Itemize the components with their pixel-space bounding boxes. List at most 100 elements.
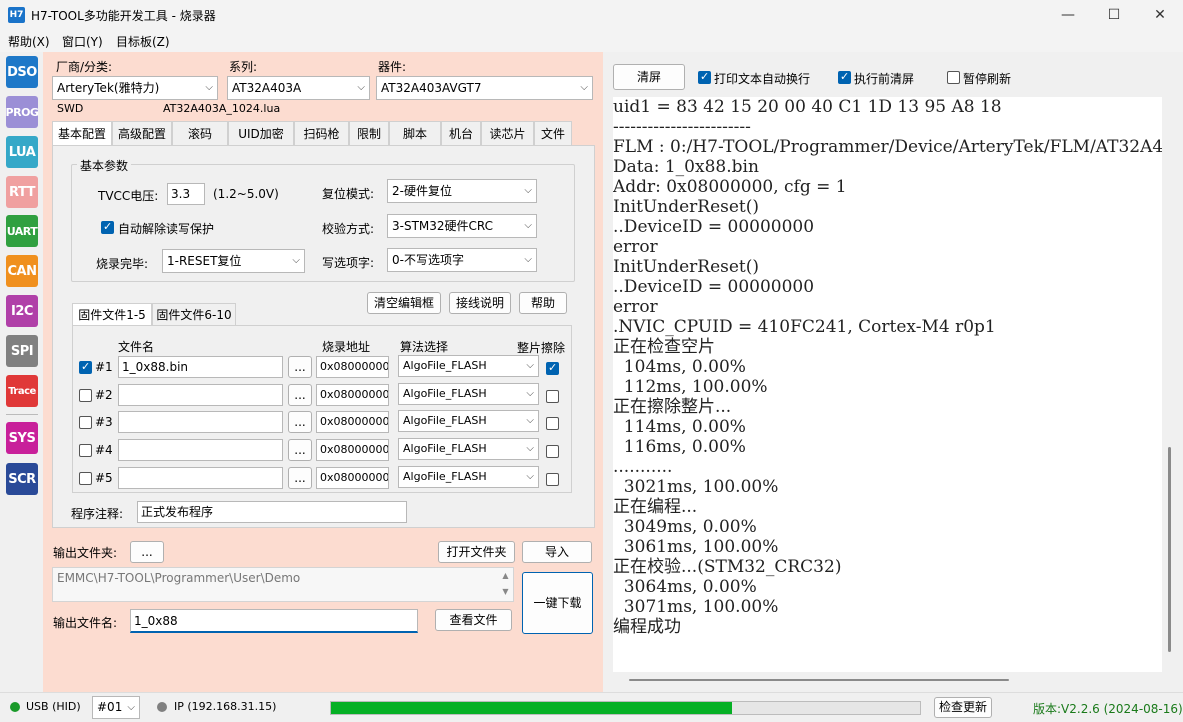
note-input[interactable]: 正式发布程序: [137, 501, 407, 523]
file-address-input[interactable]: 0x08000000: [316, 439, 389, 461]
tab-files-1-5[interactable]: 固件文件1-5: [72, 303, 152, 325]
tab-script[interactable]: 脚本: [389, 121, 441, 145]
log-hscroll-thumb[interactable]: [629, 679, 1009, 681]
reset-mode-select[interactable]: 2-硬件复位 ⌵: [387, 179, 537, 203]
path-scrollbar[interactable]: ▲ ▼: [498, 568, 513, 601]
scroll-down-icon[interactable]: ▼: [502, 587, 508, 596]
algorithm-select[interactable]: AlgoFile_FLASH ⌵: [398, 410, 539, 432]
file-address-input[interactable]: 0x08000000: [316, 384, 389, 406]
file-name-input[interactable]: [118, 439, 283, 461]
file-browse-button[interactable]: ...: [288, 411, 312, 433]
tab-files-6-10[interactable]: 固件文件6-10: [152, 303, 236, 325]
chip-erase-checkbox[interactable]: [546, 445, 559, 458]
chip-erase-checkbox[interactable]: [546, 417, 559, 430]
algorithm-value: AlgoFile_FLASH: [403, 359, 487, 372]
file-enable-checkbox[interactable]: [79, 360, 92, 374]
sys-button[interactable]: SYS: [6, 422, 38, 454]
file-enable-checkbox[interactable]: [79, 416, 92, 429]
prog-button[interactable]: PROG: [6, 96, 39, 128]
tab-rolling-code[interactable]: 滚码: [172, 121, 228, 145]
algorithm-select[interactable]: AlgoFile_FLASH ⌵: [398, 383, 539, 405]
lua-button[interactable]: LUA: [6, 136, 38, 168]
scroll-up-icon[interactable]: ▲: [502, 571, 508, 580]
file-browse-button[interactable]: ...: [288, 467, 312, 489]
port-select[interactable]: #01 ⌵: [92, 696, 140, 719]
chip-erase-checkbox[interactable]: [546, 361, 559, 375]
import-button[interactable]: 导入: [522, 541, 592, 563]
chip-erase-checkbox[interactable]: [546, 473, 559, 486]
auto-unlock-checkbox[interactable]: [101, 220, 114, 234]
file-enable-checkbox[interactable]: [79, 444, 92, 457]
chip-erase-checkbox[interactable]: [546, 390, 559, 403]
tvcc-input[interactable]: 3.3: [167, 183, 205, 205]
close-button[interactable]: ✕: [1137, 0, 1183, 30]
verify-select[interactable]: 3-STM32硬件CRC ⌵: [387, 214, 537, 238]
chevron-down-icon: ⌵: [292, 255, 300, 266]
log-horizontal-scrollbar[interactable]: [613, 674, 1162, 686]
i2c-button[interactable]: I2C: [6, 295, 38, 327]
reset-mode-value: 2-硬件复位: [392, 184, 452, 198]
view-file-button[interactable]: 查看文件: [435, 609, 512, 631]
log-line: 正在校验...(STM32_CRC32): [613, 557, 842, 577]
log-vertical-scrollbar[interactable]: [1164, 97, 1176, 672]
file-enable-checkbox[interactable]: [79, 472, 92, 485]
check-update-button[interactable]: 检查更新: [934, 697, 992, 718]
option-bytes-select[interactable]: 0-不写选项字 ⌵: [387, 248, 537, 272]
tvcc-label: TVCC电压:: [98, 189, 159, 203]
tab-advanced[interactable]: 高级配置: [112, 121, 172, 145]
tab-read-chip[interactable]: 读芯片: [481, 121, 534, 145]
file-name-input[interactable]: [118, 411, 283, 433]
scr-button[interactable]: SCR: [6, 463, 38, 495]
file-browse-button[interactable]: ...: [288, 356, 312, 378]
menu-help[interactable]: 帮助(X): [8, 33, 50, 50]
file-browse-button[interactable]: ...: [288, 384, 312, 406]
clear-before-checkbox[interactable]: [838, 70, 851, 84]
file-name-input[interactable]: [118, 384, 283, 406]
algorithm-select[interactable]: AlgoFile_FLASH ⌵: [398, 466, 539, 488]
log-scroll-thumb[interactable]: [1168, 447, 1171, 652]
device-select[interactable]: AT32A403AVGT7 ⌵: [376, 76, 593, 100]
one-key-download-button[interactable]: 一键下载: [522, 572, 593, 634]
file-enable-checkbox[interactable]: [79, 389, 92, 402]
vendor-select[interactable]: ArteryTek(雅特力) ⌵: [52, 76, 218, 100]
log-output[interactable]: uid1 = 83 42 15 20 00 40 C1 1D 13 95 A8 …: [613, 97, 1162, 672]
file-address-input[interactable]: 0x08000000: [316, 356, 389, 378]
auto-wrap-checkbox[interactable]: [698, 70, 711, 84]
clear-screen-button[interactable]: 清屏: [613, 64, 685, 90]
output-folder-path[interactable]: EMMC\H7-TOOL\Programmer\User\Demo: [52, 567, 514, 602]
output-file-input[interactable]: 1_0x88: [130, 609, 418, 633]
series-select[interactable]: AT32A403A ⌵: [227, 76, 370, 100]
tab-scanner[interactable]: 扫码枪: [294, 121, 349, 145]
maximize-button[interactable]: ☐: [1091, 0, 1137, 30]
tab-machine[interactable]: 机台: [441, 121, 481, 145]
minimize-button[interactable]: —: [1045, 0, 1091, 30]
can-button[interactable]: CAN: [6, 255, 38, 287]
tab-basic[interactable]: 基本配置: [52, 121, 112, 146]
file-name-input[interactable]: 1_0x88.bin: [118, 356, 283, 378]
log-line: 正在编程...: [613, 497, 698, 517]
file-name-input[interactable]: [118, 467, 283, 489]
algorithm-select[interactable]: AlgoFile_FLASH ⌵: [398, 355, 539, 377]
menu-window[interactable]: 窗口(Y): [62, 33, 103, 50]
rtt-button[interactable]: RTT: [6, 176, 38, 208]
dso-button[interactable]: DSO: [6, 56, 38, 88]
tab-uid-encrypt[interactable]: UID加密: [228, 121, 294, 145]
verify-label: 校验方式:: [322, 222, 375, 236]
algorithm-select[interactable]: AlgoFile_FLASH ⌵: [398, 438, 539, 460]
file-browse-button[interactable]: ...: [288, 439, 312, 461]
tab-limit[interactable]: 限制: [349, 121, 389, 145]
chevron-down-icon: ⌵: [524, 185, 532, 196]
uart-button[interactable]: UART: [6, 215, 38, 247]
log-line: .NVIC_CPUID = 410FC241, Cortex-M4 r0p1: [613, 317, 996, 337]
menu-target-board[interactable]: 目标板(Z): [116, 33, 170, 50]
open-folder-button[interactable]: 打开文件夹: [438, 541, 515, 563]
log-line: 3021ms, 100.00%: [613, 477, 779, 497]
after-select[interactable]: 1-RESET复位 ⌵: [162, 249, 305, 273]
file-address-input[interactable]: 0x08000000: [316, 467, 389, 489]
file-address-input[interactable]: 0x08000000: [316, 411, 389, 433]
trace-button[interactable]: Trace: [6, 375, 38, 407]
tab-file[interactable]: 文件: [534, 121, 572, 145]
pause-checkbox[interactable]: [947, 71, 960, 84]
output-folder-browse-button[interactable]: ...: [130, 541, 164, 563]
spi-button[interactable]: SPI: [6, 335, 38, 367]
